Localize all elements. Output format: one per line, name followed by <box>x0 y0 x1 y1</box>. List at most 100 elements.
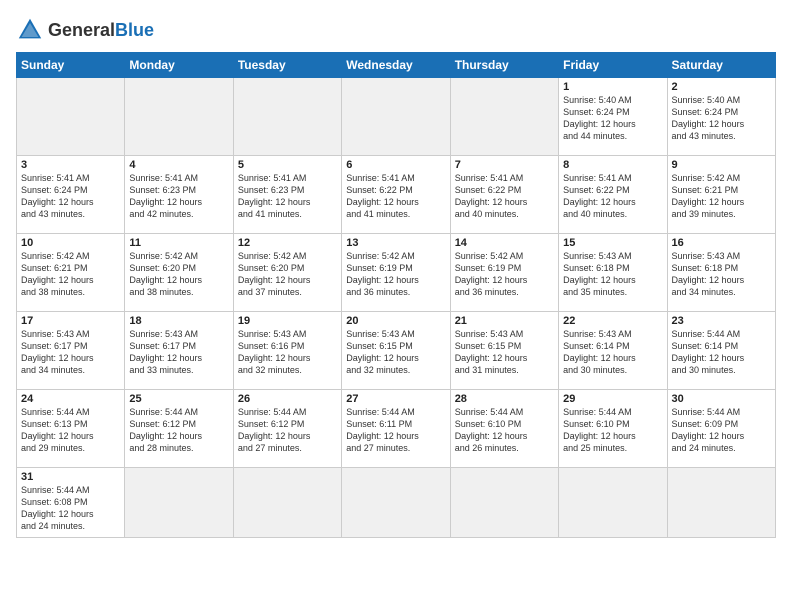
day-info: Sunrise: 5:43 AM Sunset: 6:15 PM Dayligh… <box>346 328 445 377</box>
day-number: 28 <box>455 393 554 405</box>
day-info: Sunrise: 5:43 AM Sunset: 6:18 PM Dayligh… <box>672 250 771 299</box>
day-info: Sunrise: 5:42 AM Sunset: 6:20 PM Dayligh… <box>129 250 228 299</box>
table-row <box>450 78 558 156</box>
table-row <box>125 78 233 156</box>
table-row: 23Sunrise: 5:44 AM Sunset: 6:14 PM Dayli… <box>667 312 775 390</box>
day-info: Sunrise: 5:43 AM Sunset: 6:17 PM Dayligh… <box>21 328 120 377</box>
table-row: 25Sunrise: 5:44 AM Sunset: 6:12 PM Dayli… <box>125 390 233 468</box>
calendar-week-row: 24Sunrise: 5:44 AM Sunset: 6:13 PM Dayli… <box>17 390 776 468</box>
day-number: 27 <box>346 393 445 405</box>
table-row: 18Sunrise: 5:43 AM Sunset: 6:17 PM Dayli… <box>125 312 233 390</box>
day-number: 30 <box>672 393 771 405</box>
table-row: 3Sunrise: 5:41 AM Sunset: 6:24 PM Daylig… <box>17 156 125 234</box>
table-row <box>233 78 341 156</box>
day-info: Sunrise: 5:41 AM Sunset: 6:24 PM Dayligh… <box>21 172 120 221</box>
table-row: 4Sunrise: 5:41 AM Sunset: 6:23 PM Daylig… <box>125 156 233 234</box>
day-number: 29 <box>563 393 662 405</box>
calendar-week-row: 31Sunrise: 5:44 AM Sunset: 6:08 PM Dayli… <box>17 468 776 538</box>
day-number: 16 <box>672 237 771 249</box>
col-saturday: Saturday <box>667 53 775 78</box>
day-number: 21 <box>455 315 554 327</box>
day-number: 8 <box>563 159 662 171</box>
day-info: Sunrise: 5:44 AM Sunset: 6:12 PM Dayligh… <box>238 406 337 455</box>
day-info: Sunrise: 5:41 AM Sunset: 6:22 PM Dayligh… <box>455 172 554 221</box>
table-row: 24Sunrise: 5:44 AM Sunset: 6:13 PM Dayli… <box>17 390 125 468</box>
day-info: Sunrise: 5:44 AM Sunset: 6:08 PM Dayligh… <box>21 484 120 533</box>
table-row: 12Sunrise: 5:42 AM Sunset: 6:20 PM Dayli… <box>233 234 341 312</box>
table-row: 19Sunrise: 5:43 AM Sunset: 6:16 PM Dayli… <box>233 312 341 390</box>
day-number: 1 <box>563 81 662 93</box>
day-number: 25 <box>129 393 228 405</box>
table-row: 10Sunrise: 5:42 AM Sunset: 6:21 PM Dayli… <box>17 234 125 312</box>
col-friday: Friday <box>559 53 667 78</box>
day-number: 3 <box>21 159 120 171</box>
header: GeneralBlue <box>16 16 776 44</box>
day-number: 5 <box>238 159 337 171</box>
table-row <box>342 78 450 156</box>
day-info: Sunrise: 5:44 AM Sunset: 6:11 PM Dayligh… <box>346 406 445 455</box>
table-row: 31Sunrise: 5:44 AM Sunset: 6:08 PM Dayli… <box>17 468 125 538</box>
day-number: 17 <box>21 315 120 327</box>
table-row: 22Sunrise: 5:43 AM Sunset: 6:14 PM Dayli… <box>559 312 667 390</box>
day-number: 7 <box>455 159 554 171</box>
day-number: 31 <box>21 471 120 483</box>
day-info: Sunrise: 5:44 AM Sunset: 6:10 PM Dayligh… <box>455 406 554 455</box>
col-wednesday: Wednesday <box>342 53 450 78</box>
day-number: 11 <box>129 237 228 249</box>
col-thursday: Thursday <box>450 53 558 78</box>
day-info: Sunrise: 5:41 AM Sunset: 6:22 PM Dayligh… <box>563 172 662 221</box>
day-info: Sunrise: 5:43 AM Sunset: 6:18 PM Dayligh… <box>563 250 662 299</box>
table-row <box>667 468 775 538</box>
col-monday: Monday <box>125 53 233 78</box>
day-info: Sunrise: 5:44 AM Sunset: 6:14 PM Dayligh… <box>672 328 771 377</box>
day-number: 24 <box>21 393 120 405</box>
table-row: 9Sunrise: 5:42 AM Sunset: 6:21 PM Daylig… <box>667 156 775 234</box>
table-row <box>342 468 450 538</box>
day-number: 15 <box>563 237 662 249</box>
table-row: 13Sunrise: 5:42 AM Sunset: 6:19 PM Dayli… <box>342 234 450 312</box>
day-info: Sunrise: 5:43 AM Sunset: 6:16 PM Dayligh… <box>238 328 337 377</box>
table-row: 26Sunrise: 5:44 AM Sunset: 6:12 PM Dayli… <box>233 390 341 468</box>
day-number: 13 <box>346 237 445 249</box>
table-row: 2Sunrise: 5:40 AM Sunset: 6:24 PM Daylig… <box>667 78 775 156</box>
table-row <box>559 468 667 538</box>
table-row: 7Sunrise: 5:41 AM Sunset: 6:22 PM Daylig… <box>450 156 558 234</box>
day-number: 4 <box>129 159 228 171</box>
table-row: 27Sunrise: 5:44 AM Sunset: 6:11 PM Dayli… <box>342 390 450 468</box>
day-number: 9 <box>672 159 771 171</box>
day-info: Sunrise: 5:44 AM Sunset: 6:12 PM Dayligh… <box>129 406 228 455</box>
day-info: Sunrise: 5:41 AM Sunset: 6:23 PM Dayligh… <box>129 172 228 221</box>
day-number: 10 <box>21 237 120 249</box>
day-info: Sunrise: 5:41 AM Sunset: 6:22 PM Dayligh… <box>346 172 445 221</box>
table-row: 21Sunrise: 5:43 AM Sunset: 6:15 PM Dayli… <box>450 312 558 390</box>
calendar-header-row: Sunday Monday Tuesday Wednesday Thursday… <box>17 53 776 78</box>
day-info: Sunrise: 5:42 AM Sunset: 6:21 PM Dayligh… <box>21 250 120 299</box>
day-number: 19 <box>238 315 337 327</box>
table-row: 16Sunrise: 5:43 AM Sunset: 6:18 PM Dayli… <box>667 234 775 312</box>
day-info: Sunrise: 5:42 AM Sunset: 6:19 PM Dayligh… <box>455 250 554 299</box>
calendar-week-row: 17Sunrise: 5:43 AM Sunset: 6:17 PM Dayli… <box>17 312 776 390</box>
day-number: 6 <box>346 159 445 171</box>
col-sunday: Sunday <box>17 53 125 78</box>
logo-text: GeneralBlue <box>48 21 154 39</box>
day-number: 23 <box>672 315 771 327</box>
table-row: 6Sunrise: 5:41 AM Sunset: 6:22 PM Daylig… <box>342 156 450 234</box>
col-tuesday: Tuesday <box>233 53 341 78</box>
table-row: 20Sunrise: 5:43 AM Sunset: 6:15 PM Dayli… <box>342 312 450 390</box>
day-info: Sunrise: 5:43 AM Sunset: 6:14 PM Dayligh… <box>563 328 662 377</box>
table-row: 11Sunrise: 5:42 AM Sunset: 6:20 PM Dayli… <box>125 234 233 312</box>
day-info: Sunrise: 5:40 AM Sunset: 6:24 PM Dayligh… <box>672 94 771 143</box>
day-info: Sunrise: 5:42 AM Sunset: 6:19 PM Dayligh… <box>346 250 445 299</box>
table-row: 17Sunrise: 5:43 AM Sunset: 6:17 PM Dayli… <box>17 312 125 390</box>
calendar: Sunday Monday Tuesday Wednesday Thursday… <box>16 52 776 538</box>
table-row: 28Sunrise: 5:44 AM Sunset: 6:10 PM Dayli… <box>450 390 558 468</box>
day-number: 18 <box>129 315 228 327</box>
logo: GeneralBlue <box>16 16 154 44</box>
table-row: 5Sunrise: 5:41 AM Sunset: 6:23 PM Daylig… <box>233 156 341 234</box>
day-info: Sunrise: 5:44 AM Sunset: 6:10 PM Dayligh… <box>563 406 662 455</box>
table-row <box>17 78 125 156</box>
table-row <box>125 468 233 538</box>
day-number: 26 <box>238 393 337 405</box>
table-row: 1Sunrise: 5:40 AM Sunset: 6:24 PM Daylig… <box>559 78 667 156</box>
table-row: 30Sunrise: 5:44 AM Sunset: 6:09 PM Dayli… <box>667 390 775 468</box>
